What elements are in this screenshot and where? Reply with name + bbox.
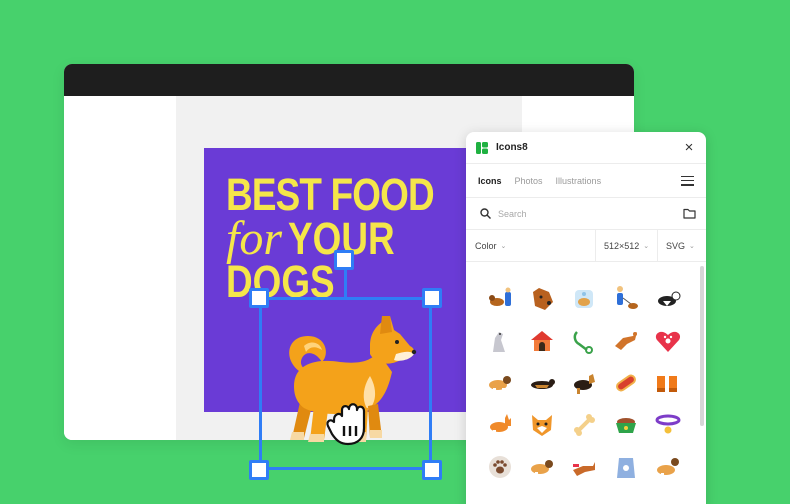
beagle-icon[interactable] (480, 366, 520, 400)
running-dog-icon[interactable] (564, 450, 604, 484)
dog-leash-icon[interactable] (564, 324, 604, 358)
tab-icons[interactable]: Icons (478, 176, 502, 186)
filter-bar: Color ⌄ 512×512 ⌄ SVG ⌄ (466, 230, 706, 262)
hot-dog-icon[interactable] (606, 366, 646, 400)
dachshund-icon[interactable] (522, 366, 562, 400)
dog-collar-icon[interactable] (648, 408, 688, 442)
paw-heart-icon[interactable] (648, 324, 688, 358)
jumping-dog-icon[interactable] (606, 324, 646, 358)
plugin-title: Icons8 (496, 142, 528, 153)
dog-shower-icon[interactable] (564, 282, 604, 316)
headline: BEST FOOD for YOUR DOGS (226, 172, 480, 304)
search-bar (466, 198, 706, 230)
scrollbar[interactable] (700, 266, 704, 426)
search-icon (480, 208, 491, 219)
dog-bowl-icon[interactable] (606, 408, 646, 442)
search-input[interactable] (498, 208, 683, 219)
dog-bone-icon[interactable] (564, 408, 604, 442)
rotation-handle[interactable] (334, 250, 354, 270)
chevron-down-icon: ⌄ (500, 242, 507, 250)
layers-panel (64, 96, 342, 440)
icons8-plugin-panel: Icons8 × Icons Photos Illustrations Colo… (466, 132, 706, 504)
folder-icon[interactable] (683, 208, 696, 219)
german-shepherd-icon[interactable] (564, 366, 604, 400)
close-icon[interactable]: × (682, 140, 696, 155)
format-filter-label: SVG (666, 240, 686, 251)
size-filter-label: 512×512 (604, 240, 640, 251)
dog-house-icon[interactable] (522, 324, 562, 358)
plugin-tabs: Icons Photos Illustrations (466, 164, 706, 198)
dog-food-bag-icon[interactable] (606, 450, 646, 484)
headline-line-1: BEST FOOD (226, 169, 435, 220)
dog-boots-icon[interactable] (648, 366, 688, 400)
resize-handle-top-right[interactable] (422, 288, 442, 308)
resize-handle-top-left[interactable] (249, 288, 269, 308)
hamburger-menu-icon[interactable] (681, 175, 694, 186)
resize-handle-bottom-left[interactable] (249, 460, 269, 480)
dog-walker-icon[interactable] (606, 282, 646, 316)
shiba-face-icon[interactable] (522, 408, 562, 442)
chevron-down-icon: ⌄ (689, 242, 695, 250)
grab-cursor-icon (326, 403, 366, 446)
tab-illustrations[interactable]: Illustrations (556, 176, 602, 186)
rotation-stem (344, 268, 347, 298)
size-filter-dropdown[interactable]: 512×512 ⌄ (596, 230, 658, 261)
color-filter-label: Color (475, 240, 497, 251)
dog-walk-icon[interactable] (480, 282, 520, 316)
color-filter-dropdown[interactable]: Color ⌄ (466, 230, 596, 261)
tab-photos[interactable]: Photos (515, 176, 543, 186)
format-filter-dropdown[interactable]: SVG ⌄ (658, 230, 706, 261)
chevron-down-icon: ⌄ (643, 242, 650, 250)
border-collie-icon[interactable] (648, 282, 688, 316)
corgi-icon[interactable] (480, 408, 520, 442)
beagle-icon-3[interactable] (648, 450, 688, 484)
window-titlebar (64, 64, 634, 96)
greyhound-icon[interactable] (480, 324, 520, 358)
plugin-header: Icons8 × (466, 132, 706, 164)
dog-head-icon[interactable] (522, 282, 562, 316)
resize-handle-bottom-right[interactable] (422, 460, 442, 480)
beagle-icon-2[interactable] (522, 450, 562, 484)
icon-grid (480, 282, 684, 484)
paw-print-icon[interactable] (480, 450, 520, 484)
icons8-logo-icon (476, 141, 488, 154)
